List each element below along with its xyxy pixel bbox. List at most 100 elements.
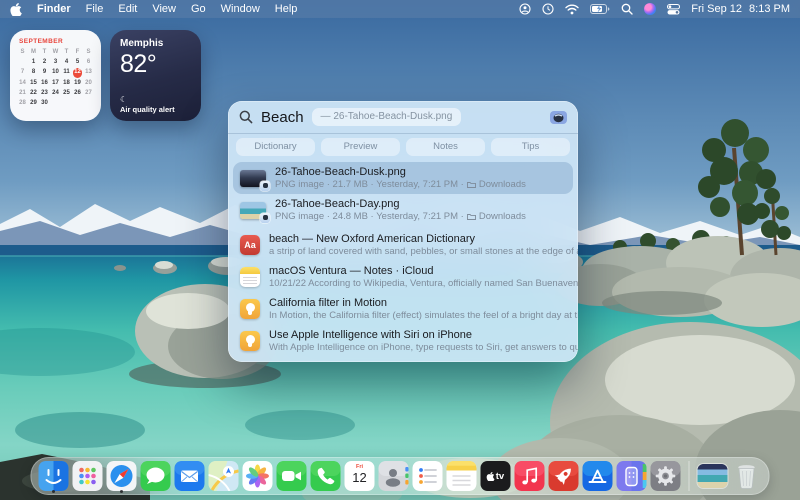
camera-icon[interactable] xyxy=(550,110,567,125)
tv-label: tv xyxy=(496,471,504,482)
weather-city: Memphis xyxy=(120,38,191,49)
calendar-day: 8 xyxy=(28,68,39,77)
menu-item-view[interactable]: View xyxy=(152,3,176,15)
result-meta: 10/21/22 According to Wikipedia, Ventura… xyxy=(269,278,578,289)
dock-icon-reminders[interactable] xyxy=(413,458,443,494)
day-header: F xyxy=(72,48,83,57)
user-circle-icon[interactable] xyxy=(519,3,531,15)
filter-chip-dictionary[interactable]: Dictionary xyxy=(236,138,315,156)
dock-icon-app-store[interactable] xyxy=(583,458,613,494)
wifi-icon[interactable] xyxy=(565,4,579,15)
weather-alert: Air quality alert xyxy=(120,105,175,114)
filter-chip-preview[interactable]: Preview xyxy=(321,138,400,156)
result-row[interactable]: What's new in Apple Watch and watchOS 11 xyxy=(228,357,578,362)
weather-widget[interactable]: Memphis 82° ☾ Air quality alert xyxy=(110,30,201,121)
dock-icon-iphone-mirroring[interactable] xyxy=(617,458,647,494)
result-meta: PNG image · 24.8 MB · Yesterday, 7:21 PM… xyxy=(275,211,464,222)
dock-icon-system-settings[interactable] xyxy=(651,458,681,494)
dock-icon-downloads-stack[interactable] xyxy=(698,458,728,494)
calendar-day: 17 xyxy=(50,79,61,88)
spotlight-results: 26-Tahoe-Beach-Dusk.png PNG image · 21.7… xyxy=(228,161,578,362)
file-thumbnail-dusk xyxy=(240,170,266,187)
result-location: Downloads xyxy=(479,211,526,222)
day-header: T xyxy=(61,48,72,57)
dock-icon-facetime[interactable] xyxy=(277,458,307,494)
result-row[interactable]: 26-Tahoe-Beach-Day.png PNG image · 24.8 … xyxy=(228,194,578,226)
battery-icon[interactable] xyxy=(590,4,610,14)
dock-calendar-day: 12 xyxy=(352,470,366,485)
menu-bar-date: Fri Sep 12 xyxy=(691,3,742,15)
calendar-widget[interactable]: SEPTEMBER SMTWTFS 123456 78910111213 141… xyxy=(10,30,101,121)
calendar-day: 10 xyxy=(50,68,61,77)
filter-chip-tips[interactable]: Tips xyxy=(491,138,570,156)
result-row[interactable]: Aa beach — New Oxford American Dictionar… xyxy=(228,229,578,261)
dock-icon-launchpad[interactable] xyxy=(73,458,103,494)
menu-item-window[interactable]: Window xyxy=(221,3,260,15)
calendar-day: 19 xyxy=(72,79,83,88)
calendar-day-selected: 12 xyxy=(73,68,83,78)
dock-icon-maps[interactable] xyxy=(209,458,239,494)
calendar-day: 20 xyxy=(83,79,94,88)
result-row[interactable]: macOS Ventura — Notes · iCloud 10/21/22 … xyxy=(228,261,578,293)
result-row[interactable]: 26-Tahoe-Beach-Dusk.png PNG image · 21.7… xyxy=(233,162,573,194)
dock-icon-mail[interactable] xyxy=(175,458,205,494)
search-completion: — 26-Tahoe-Beach-Dusk.png xyxy=(312,108,462,126)
weather-temperature: 82° xyxy=(120,50,191,79)
notes-icon xyxy=(240,267,260,287)
menu-item-go[interactable]: Go xyxy=(191,3,206,15)
dock-icon-calendar[interactable]: Fri 12 xyxy=(345,458,375,494)
dock-icon-trash[interactable] xyxy=(732,458,762,494)
calendar-day xyxy=(72,99,83,108)
result-meta: With Apple Intelligence on iPhone, type … xyxy=(269,342,578,353)
menu-item-edit[interactable]: Edit xyxy=(118,3,137,15)
calendar-day xyxy=(17,58,28,67)
result-title: 26-Tahoe-Beach-Dusk.png xyxy=(275,166,526,179)
calendar-day: 21 xyxy=(17,89,28,98)
dock-icon-rocket[interactable] xyxy=(549,458,579,494)
dock-icon-safari[interactable] xyxy=(107,458,137,494)
result-meta: a strip of land covered with sand, pebbl… xyxy=(269,246,578,257)
calendar-day: 4 xyxy=(61,58,72,67)
file-thumbnail-day xyxy=(240,202,266,219)
result-title: beach — New Oxford American Dictionary xyxy=(269,233,566,246)
result-title: 26-Tahoe-Beach-Day.png xyxy=(275,198,526,211)
menu-item-finder[interactable]: Finder xyxy=(37,3,71,15)
day-header: T xyxy=(39,48,50,57)
dock-icon-contacts[interactable] xyxy=(379,458,409,494)
dock: Fri 12 tv xyxy=(31,457,770,495)
filter-chip-notes[interactable]: Notes xyxy=(406,138,485,156)
siri-icon[interactable] xyxy=(644,3,656,15)
folder-icon xyxy=(467,181,476,188)
dock-icon-notes[interactable] xyxy=(447,458,477,494)
menu-item-help[interactable]: Help xyxy=(275,3,298,15)
result-row[interactable]: Use Apple Intelligence with Siri on iPho… xyxy=(228,325,578,357)
running-indicator xyxy=(52,490,55,493)
result-title: California filter in Motion xyxy=(269,297,566,310)
calendar-day xyxy=(50,99,61,108)
result-title: macOS Ventura — Notes · iCloud xyxy=(269,265,566,278)
running-indicator xyxy=(120,490,123,493)
menu-item-file[interactable]: File xyxy=(86,3,104,15)
calendar-day: 16 xyxy=(39,79,50,88)
calendar-day: 15 xyxy=(28,79,39,88)
spotlight-search-bar[interactable]: Beach — 26-Tahoe-Beach-Dusk.png xyxy=(228,101,578,134)
calendar-day: 25 xyxy=(61,89,72,98)
calendar-day: 27 xyxy=(83,89,94,98)
calendar-day xyxy=(61,99,72,108)
dock-icon-tv[interactable]: tv xyxy=(481,458,511,494)
dock-icon-finder[interactable] xyxy=(39,458,69,494)
dock-icon-photos[interactable] xyxy=(243,458,273,494)
menu-bar-clock[interactable]: Fri Sep 12 8:13 PM xyxy=(691,3,790,15)
result-row[interactable]: California filter in Motion In Motion, t… xyxy=(228,293,578,325)
dock-icon-messages[interactable] xyxy=(141,458,171,494)
spotlight-search-icon[interactable] xyxy=(621,3,633,15)
control-center-icon[interactable] xyxy=(667,4,680,15)
apple-menu-icon[interactable] xyxy=(10,3,22,16)
dock-icon-phone[interactable] xyxy=(311,458,341,494)
search-input[interactable]: Beach xyxy=(261,109,304,126)
dock-icon-music[interactable] xyxy=(515,458,545,494)
clock-icon[interactable] xyxy=(542,3,554,15)
spotlight-filter-row: Dictionary Preview Notes Tips xyxy=(228,134,578,161)
calendar-day: 5 xyxy=(72,58,83,67)
calendar-day: 23 xyxy=(39,89,50,98)
